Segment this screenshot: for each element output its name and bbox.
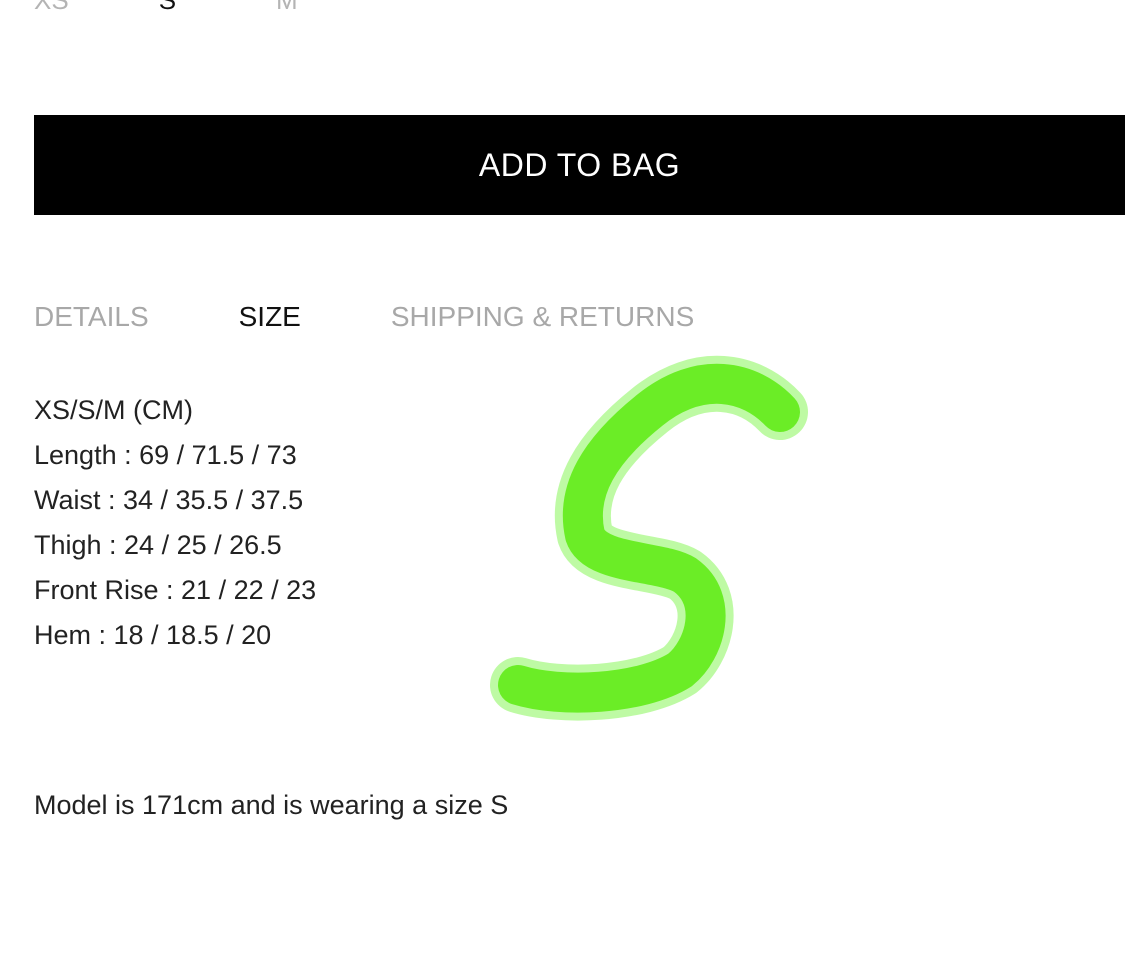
product-size-panel: XS S M ADD TO BAG DETAILS SIZE SHIPPING … (0, 0, 1125, 958)
size-option-m[interactable]: M (276, 0, 298, 20)
size-selector: XS S M (34, 0, 298, 20)
size-option-s[interactable]: S (159, 0, 176, 20)
size-chart-row-front-rise: Front Rise : 21 / 22 / 23 (34, 575, 317, 605)
size-option-xs[interactable]: XS (34, 0, 69, 20)
tab-size[interactable]: SIZE (239, 295, 301, 339)
product-info-tabs: DETAILS SIZE SHIPPING & RETURNS (34, 295, 694, 339)
size-chart: XS/S/M (CM) Length : 69 / 71.5 / 73 Wais… (34, 388, 316, 658)
size-chart-row-thigh: Thigh : 24 / 25 / 26.5 (34, 530, 282, 560)
add-to-bag-button[interactable]: ADD TO BAG (34, 115, 1125, 215)
hand-drawn-s-annotation (490, 355, 808, 721)
model-size-note: Model is 171cm and is wearing a size S (34, 790, 509, 820)
size-chart-row-hem: Hem : 18 / 18.5 / 20 (34, 620, 272, 650)
size-chart-row-waist: Waist : 34 / 35.5 / 37.5 (34, 485, 304, 515)
tab-shipping-returns[interactable]: SHIPPING & RETURNS (391, 295, 694, 339)
size-chart-row-length: Length : 69 / 71.5 / 73 (34, 440, 297, 470)
tab-details[interactable]: DETAILS (34, 295, 149, 339)
size-chart-heading: XS/S/M (CM) (34, 395, 193, 425)
